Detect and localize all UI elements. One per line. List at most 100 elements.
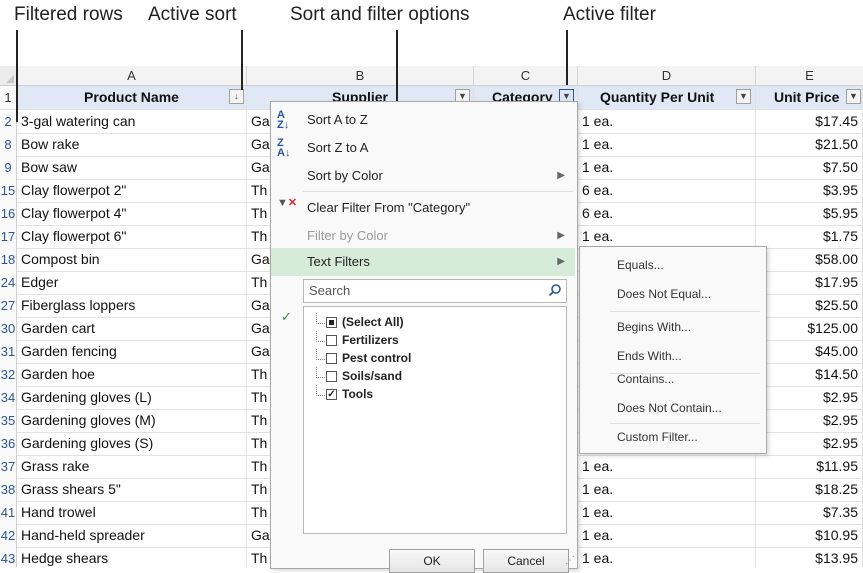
cell-unit-price[interactable]: $25.50	[756, 294, 863, 317]
row-number[interactable]: 16	[0, 202, 17, 225]
submenu-begins-with[interactable]: Begins With...	[580, 313, 764, 342]
row-number[interactable]: 24	[0, 271, 17, 294]
cell-unit-price[interactable]: $14.50	[756, 363, 863, 386]
cell-product-name[interactable]: Garden hoe	[17, 363, 247, 386]
cell-unit-price[interactable]: $1.75	[756, 225, 863, 248]
column-header-e[interactable]: E	[756, 66, 863, 85]
cell-product-name[interactable]: Clay flowerpot 6"	[17, 225, 247, 248]
cell-quantity[interactable]: 1 ea.	[578, 133, 756, 156]
row-number[interactable]: 8	[0, 133, 17, 156]
cell-unit-price[interactable]: $10.95	[756, 524, 863, 547]
submenu-equals[interactable]: Equals...	[580, 251, 764, 280]
cell-unit-price[interactable]: $58.00	[756, 248, 863, 271]
submenu-does-not-contain[interactable]: Does Not Contain...	[580, 394, 764, 423]
cell-product-name[interactable]: Garden cart	[17, 317, 247, 340]
cell-unit-price[interactable]: $18.25	[756, 478, 863, 501]
cell-product-name[interactable]: Gardening gloves (M)	[17, 409, 247, 432]
cell-quantity[interactable]: 1 ea.	[578, 478, 756, 501]
submenu-contains[interactable]: Contains...	[580, 365, 764, 394]
row-number[interactable]: 17	[0, 225, 17, 248]
column-header-a[interactable]: A	[17, 66, 247, 85]
cell-product-name[interactable]: 3-gal watering can	[17, 110, 247, 133]
cell-product-name[interactable]: Edger	[17, 271, 247, 294]
cell-product-name[interactable]: Hand-held spreader	[17, 524, 247, 547]
row-number[interactable]: 34	[0, 386, 17, 409]
cell-quantity[interactable]: 1 ea.	[578, 547, 756, 567]
partial-checkbox[interactable]	[326, 317, 337, 328]
checked-checkbox[interactable]: ✓	[326, 389, 337, 400]
checkbox[interactable]	[326, 371, 337, 382]
cell-unit-price[interactable]: $125.00	[756, 317, 863, 340]
ok-button[interactable]: OK	[389, 549, 475, 573]
dropdown-arrow-icon[interactable]: ▼	[846, 89, 861, 104]
row-number[interactable]: 43	[0, 547, 17, 567]
cell-product-name[interactable]: Bow saw	[17, 156, 247, 179]
row-number[interactable]: 27	[0, 294, 17, 317]
cell-unit-price[interactable]: $17.45	[756, 110, 863, 133]
menu-text-filters[interactable]: Text Filters ▶	[271, 248, 575, 276]
menu-sort-z-to-a[interactable]: Z A↓ Sort Z to A	[271, 134, 575, 162]
row-number[interactable]: 2	[0, 110, 17, 133]
row-number[interactable]: 31	[0, 340, 17, 363]
cell-product-name[interactable]: Gardening gloves (S)	[17, 432, 247, 455]
select-all-corner[interactable]	[0, 66, 17, 85]
cell-product-name[interactable]: Garden fencing	[17, 340, 247, 363]
search-input[interactable]: Search	[303, 279, 567, 303]
column-header-c[interactable]: C	[474, 66, 578, 85]
cell-product-name[interactable]: Clay flowerpot 2"	[17, 179, 247, 202]
cell-unit-price[interactable]: $2.95	[756, 432, 863, 455]
cancel-button[interactable]: Cancel	[483, 549, 569, 573]
row-number[interactable]: 1	[0, 86, 17, 109]
cell-quantity[interactable]: 6 ea.	[578, 179, 756, 202]
cell-unit-price[interactable]: $45.00	[756, 340, 863, 363]
checkbox[interactable]	[326, 353, 337, 364]
cell-unit-price[interactable]: $2.95	[756, 409, 863, 432]
sort-ascending-dropdown-icon[interactable]: ↓	[229, 89, 244, 104]
cell-product-name[interactable]: Fiberglass loppers	[17, 294, 247, 317]
cell-product-name[interactable]: Compost bin	[17, 248, 247, 271]
row-number[interactable]: 37	[0, 455, 17, 478]
cell-quantity[interactable]: 1 ea.	[578, 455, 756, 478]
cell-quantity[interactable]: 1 ea.	[578, 110, 756, 133]
cell-quantity[interactable]: 1 ea.	[578, 524, 756, 547]
row-number[interactable]: 41	[0, 501, 17, 524]
resize-grip-icon[interactable]: ⋰	[565, 555, 575, 566]
row-number[interactable]: 18	[0, 248, 17, 271]
cell-quantity[interactable]: 6 ea.	[578, 202, 756, 225]
row-number[interactable]: 32	[0, 363, 17, 386]
row-number[interactable]: 15	[0, 179, 17, 202]
menu-sort-by-color[interactable]: Sort by Color ▶	[271, 162, 575, 190]
row-number[interactable]: 35	[0, 409, 17, 432]
row-number[interactable]: 38	[0, 478, 17, 501]
dropdown-arrow-icon[interactable]: ▼	[736, 89, 751, 104]
cell-quantity[interactable]: 1 ea.	[578, 225, 756, 248]
cell-product-name[interactable]: Grass rake	[17, 455, 247, 478]
row-number[interactable]: 36	[0, 432, 17, 455]
cell-product-name[interactable]: Hedge shears	[17, 547, 247, 567]
cell-quantity[interactable]: 1 ea.	[578, 501, 756, 524]
cell-unit-price[interactable]: $21.50	[756, 133, 863, 156]
cell-product-name[interactable]: Gardening gloves (L)	[17, 386, 247, 409]
cell-unit-price[interactable]: $5.95	[756, 202, 863, 225]
cell-product-name[interactable]: Bow rake	[17, 133, 247, 156]
cell-product-name[interactable]: Clay flowerpot 4"	[17, 202, 247, 225]
row-number[interactable]: 30	[0, 317, 17, 340]
cell-quantity[interactable]: 1 ea.	[578, 156, 756, 179]
column-header-b[interactable]: B	[247, 66, 474, 85]
header-product-name[interactable]: Product Name	[17, 86, 247, 109]
column-header-d[interactable]: D	[578, 66, 756, 85]
cell-unit-price[interactable]: $13.95	[756, 547, 863, 567]
cell-unit-price[interactable]: $11.95	[756, 455, 863, 478]
cell-unit-price[interactable]: $7.35	[756, 501, 863, 524]
cell-product-name[interactable]: Grass shears 5"	[17, 478, 247, 501]
cell-unit-price[interactable]: $17.95	[756, 271, 863, 294]
menu-sort-a-to-z[interactable]: A Z↓ Sort A to Z	[271, 106, 575, 134]
submenu-does-not-equal[interactable]: Does Not Equal...	[580, 280, 764, 309]
menu-clear-filter[interactable]: ▼✕ Clear Filter From "Category"	[271, 194, 575, 222]
cell-unit-price[interactable]: $7.50	[756, 156, 863, 179]
cell-unit-price[interactable]: $3.95	[756, 179, 863, 202]
row-number[interactable]: 42	[0, 524, 17, 547]
row-number[interactable]: 9	[0, 156, 17, 179]
cell-product-name[interactable]: Hand trowel	[17, 501, 247, 524]
cell-unit-price[interactable]: $2.95	[756, 386, 863, 409]
